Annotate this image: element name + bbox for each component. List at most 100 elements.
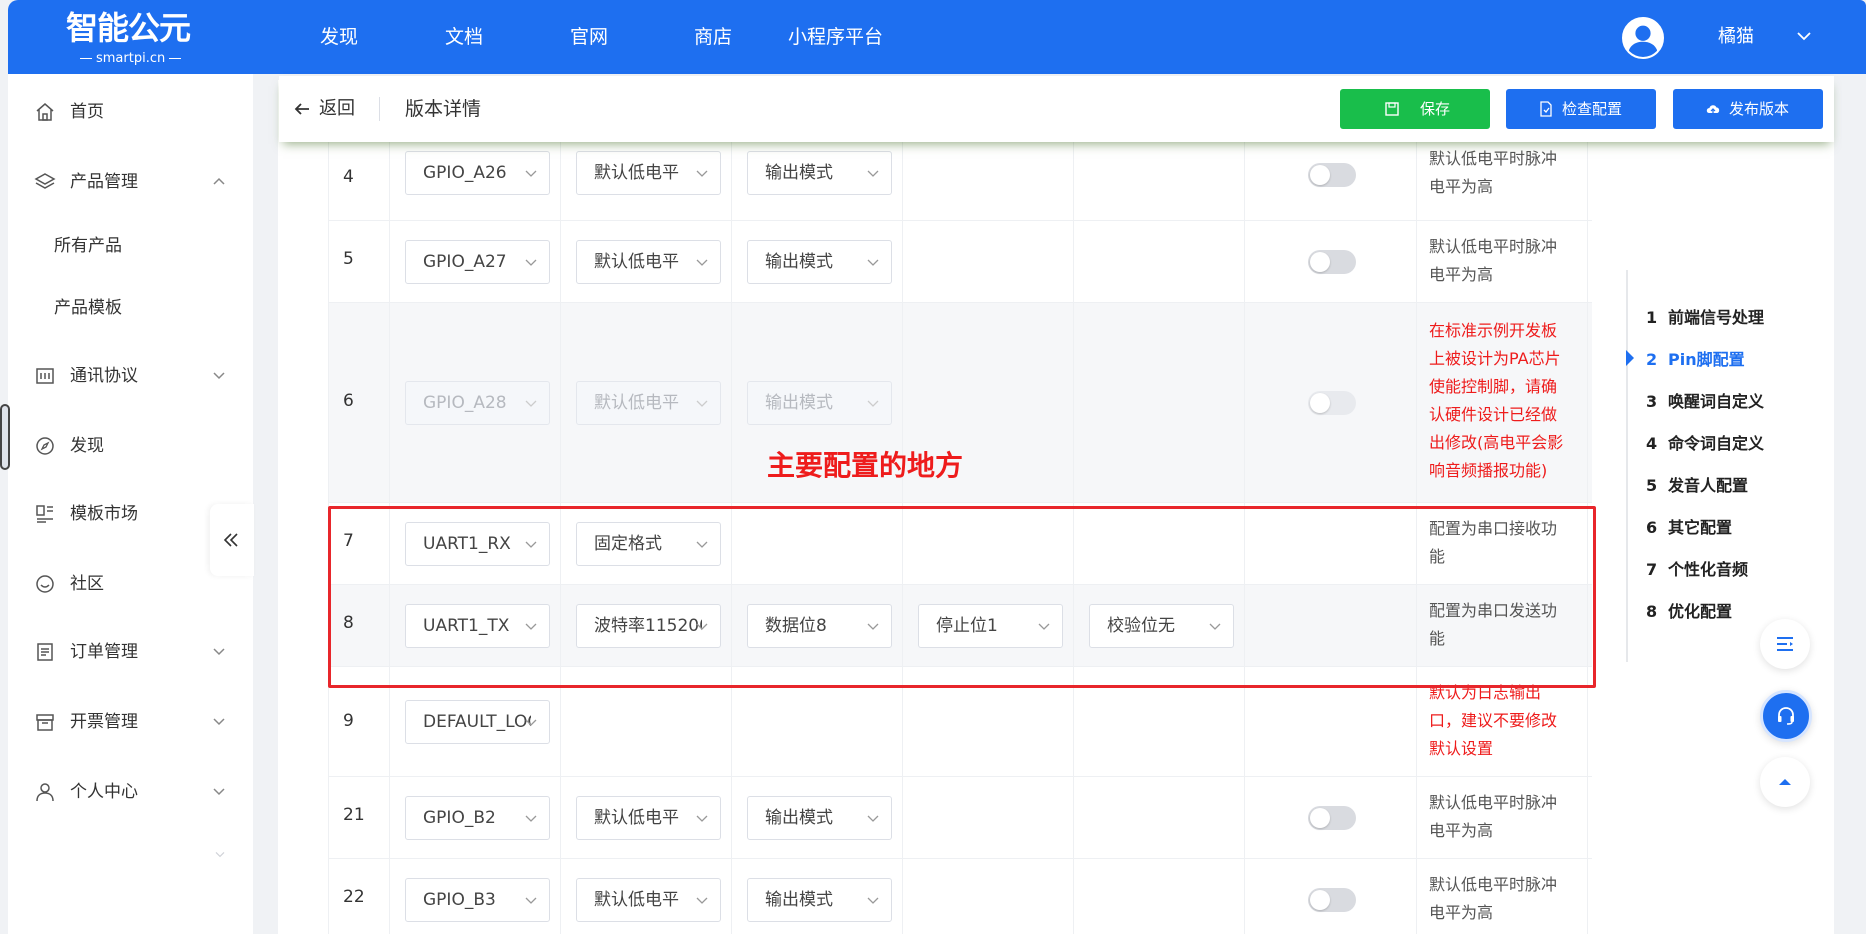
row-note: 默认低电平时脉冲 电平为高 [1429,793,1558,840]
sidebar-item-protocol[interactable]: 通讯协议 [8,356,253,396]
chevron-down-icon[interactable] [1796,30,1812,42]
chevron-down-icon [213,648,225,656]
pin-select[interactable]: GPIO_B2 [405,796,550,840]
pin-select[interactable]: GPIO_A27 [405,240,550,284]
save-button[interactable]: 保存 [1340,89,1490,129]
user-icon [36,783,54,802]
home-icon [36,103,54,121]
anchor-active-marker [1626,350,1634,366]
sidebar-item-discover[interactable]: 发现 [8,426,253,466]
anchor-item-optimize[interactable]: 8 优化配置 [1646,601,1732,623]
anchor-track [1626,270,1628,662]
chevron-down-icon [867,400,879,407]
nav-docs[interactable]: 文档 [445,24,483,50]
anchor-item-command-word[interactable]: 4 命令词自定义 [1646,433,1764,455]
document-icon [37,643,53,661]
row-number: 9 [343,711,354,731]
level-select[interactable]: 默认低电平 [576,151,721,195]
pin-select[interactable]: GPIO_A28 [405,381,550,425]
pulse-toggle[interactable] [1308,163,1356,187]
databits-select[interactable]: 数据位8 [747,604,892,648]
anchor-item-custom-audio[interactable]: 7 个性化音频 [1646,559,1748,581]
chevron-down-icon [696,815,708,822]
nav-discover[interactable]: 发现 [320,24,358,50]
chevron-down-icon [525,897,537,904]
mode-select[interactable]: 输出模式 [747,796,892,840]
protocol-icon [36,368,54,384]
pin-select[interactable]: GPIO_B3 [405,878,550,922]
row-number: 7 [343,531,354,551]
row-note: 默认低电平时脉冲 电平为高 [1429,237,1558,284]
chevron-down-icon [696,623,708,630]
nav-official-site[interactable]: 官网 [570,24,608,50]
chevron-down-icon [213,788,225,796]
mode-select[interactable]: 输出模式 [747,381,892,425]
sidebar-item-invoice[interactable]: 开票管理 [8,702,253,742]
pin-select[interactable]: DEFAULT_LOG [405,700,550,744]
sidebar-item-product-mgmt[interactable]: 产品管理 [8,162,253,202]
sidebar-label: 社区 [70,574,104,594]
baudrate-select[interactable]: 波特率115200 [576,604,721,648]
headset-icon [1778,707,1794,725]
row-warning-note: 默认为日志输出 口，建议不要修改 默认设置 [1429,683,1558,758]
level-select[interactable]: 默认低电平 [576,796,721,840]
page-title: 版本详情 [405,98,482,120]
level-select[interactable]: 默认低电平 [576,381,721,425]
pulse-toggle[interactable] [1308,391,1356,415]
username[interactable]: 橘猫 [1718,24,1754,50]
pulse-toggle[interactable] [1308,250,1356,274]
back-to-top-button[interactable] [1760,757,1810,807]
pin-select[interactable]: GPIO_A26 [405,151,550,195]
chevron-down-icon [867,623,879,630]
stopbits-select[interactable]: 停止位1 [918,604,1063,648]
page-scrollbar[interactable] [1842,74,1866,934]
chevron-down-icon [867,259,879,266]
mode-select[interactable]: 输出模式 [747,151,892,195]
level-select[interactable]: 默认低电平 [576,240,721,284]
anchor-item-other-config[interactable]: 6 其它配置 [1646,517,1732,539]
format-select[interactable]: 固定格式 [576,522,721,566]
chevron-down-icon [215,851,225,858]
publish-version-button[interactable]: 发布版本 [1673,89,1823,129]
table-row: 8 UART1_TX 波特率115200 数据位8 停止位1 校验位无 配置为串… [328,584,1592,666]
anchor-item-speaker[interactable]: 5 发音人配置 [1646,475,1748,497]
market-icon [36,505,53,523]
check-config-button[interactable]: 检查配置 [1506,89,1656,129]
level-select[interactable]: 默认低电平 [576,878,721,922]
anchor-item-wake-word[interactable]: 3 唤醒词自定义 [1646,391,1764,413]
mode-select[interactable]: 输出模式 [747,240,892,284]
table-row: 4 GPIO_A26 默认低电平 输出模式 默认低电平时脉冲 电平为高 [328,138,1592,220]
nav-miniprogram[interactable]: 小程序平台 [788,24,883,50]
pulse-toggle[interactable] [1308,888,1356,912]
row-number: 21 [343,805,365,825]
table-row: 9 DEFAULT_LOG 默认为日志输出 口，建议不要修改 默认设置 [328,666,1592,776]
sidebar-scrollbar[interactable] [0,404,10,470]
sidebar-item-personal[interactable]: 个人中心 [8,772,253,812]
row-number: 22 [343,887,365,907]
sidebar-collapse-button[interactable] [210,504,254,576]
sidebar-item-product-templates[interactable]: 产品模板 [54,296,122,320]
chevron-down-icon [213,718,225,726]
sidebar-label: 订单管理 [70,642,138,662]
anchor-item-signal-processing[interactable]: 1 前端信号处理 [1646,307,1764,329]
publish-version-label: 发布版本 [1729,100,1790,118]
pin-select[interactable]: UART1_RX [405,522,550,566]
customer-service-button[interactable] [1760,690,1812,742]
parity-select[interactable]: 校验位无 [1089,604,1234,648]
pin-select[interactable]: UART1_TX [405,604,550,648]
brand-logo[interactable]: 智能公元 smartpi.cn [66,10,206,66]
sidebar-item-home[interactable]: 首页 [8,92,253,132]
sidebar-item-orders[interactable]: 订单管理 [8,632,253,672]
logo-text: 智能公元 [66,9,191,47]
anchor-item-pin-config[interactable]: 2 Pin脚配置 [1646,349,1745,371]
nav-store[interactable]: 商店 [694,24,732,50]
pulse-toggle[interactable] [1308,806,1356,830]
chevron-down-icon [867,170,879,177]
sidebar-label: 发现 [70,436,104,456]
row-number: 4 [343,167,354,187]
sidebar-item-all-products[interactable]: 所有产品 [54,234,122,258]
user-avatar[interactable] [1622,17,1664,59]
mode-select[interactable]: 输出模式 [747,878,892,922]
chevron-down-icon [696,897,708,904]
toc-toggle-button[interactable] [1760,619,1810,669]
